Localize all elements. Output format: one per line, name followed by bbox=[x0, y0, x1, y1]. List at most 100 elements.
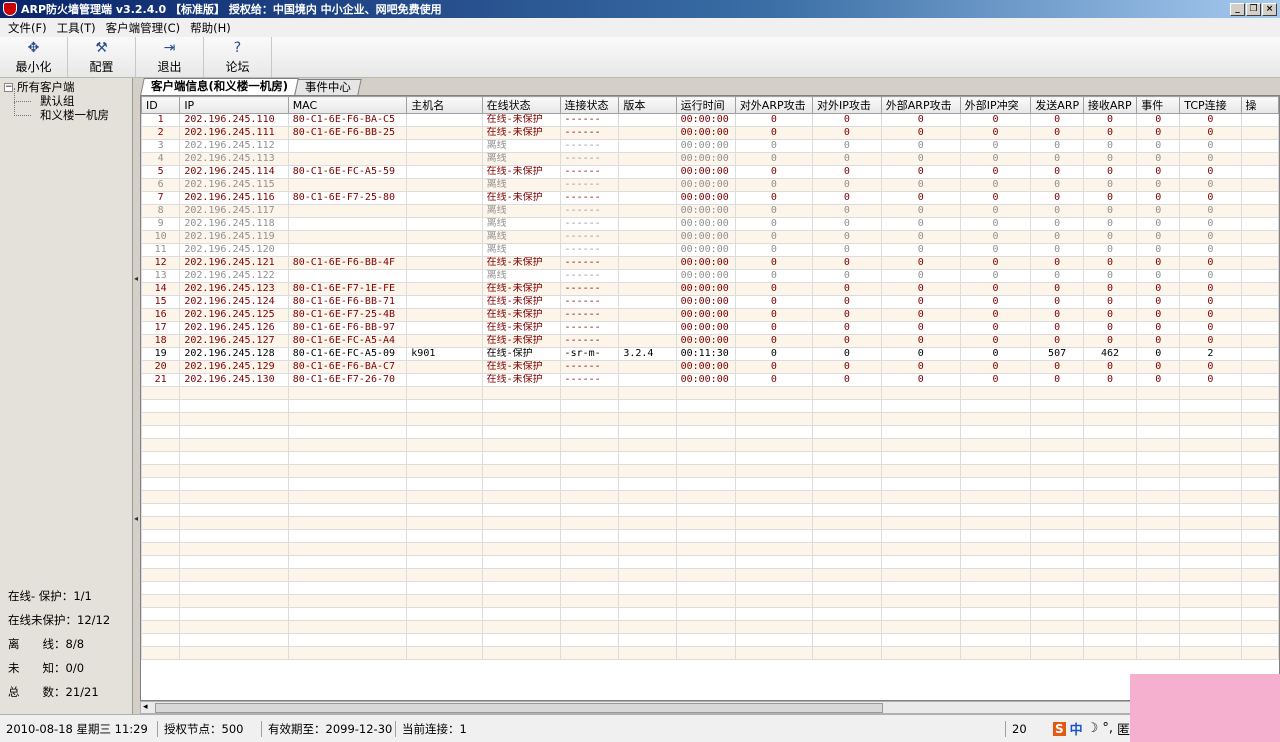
table-cell: 0 bbox=[734, 295, 814, 309]
column-header[interactable]: 对外ARP攻击 bbox=[734, 96, 814, 114]
table-cell: 离线 bbox=[481, 204, 561, 218]
column-header[interactable]: TCP连接 bbox=[1179, 96, 1242, 114]
table-cell bbox=[287, 269, 408, 283]
column-header[interactable]: MAC bbox=[287, 96, 408, 114]
collapse-icon[interactable]: − bbox=[4, 83, 13, 92]
table-row[interactable]: 15 202.196.245.124 80-C1-6E-F6-BB-71 在线-未保护… bbox=[141, 295, 1279, 309]
menu-tools[interactable]: 工具(T) bbox=[52, 20, 101, 36]
column-header[interactable]: 外部ARP攻击 bbox=[880, 96, 961, 114]
column-header[interactable]: IP bbox=[179, 96, 289, 114]
table-cell: 0 bbox=[812, 243, 882, 257]
column-header[interactable]: 发送ARP bbox=[1030, 96, 1084, 114]
sogou-logo-icon[interactable]: S bbox=[1053, 721, 1066, 736]
table-row[interactable]: 8 202.196.245.117 离线 ------ 00:00:00 0 0 0 0 0 0 0 0 bbox=[141, 204, 1279, 218]
table-cell bbox=[287, 230, 408, 244]
table-cell bbox=[179, 399, 289, 413]
splitter-arrow-icon[interactable]: ◂ bbox=[134, 274, 138, 283]
table-row[interactable]: 7 202.196.245.116 80-C1-6E-F7-25-80 在线-未保护 -… bbox=[141, 191, 1279, 205]
horizontal-scrollbar[interactable]: ◂ bbox=[140, 701, 1280, 714]
close-window-button[interactable]: × bbox=[1262, 2, 1277, 16]
table-cell bbox=[559, 568, 620, 582]
table-row[interactable]: 19 202.196.245.128 80-C1-6E-FC-A5-09 k901 在线… bbox=[141, 347, 1279, 361]
table-row[interactable]: 10 202.196.245.119 离线 ------ 00:00:00 0 0 0 0 0 0 0… bbox=[141, 230, 1279, 244]
table-cell: 1 bbox=[141, 113, 181, 127]
table-row[interactable]: 6 202.196.245.115 离线 ------ 00:00:00 0 0 0 0 0 0 0 0 bbox=[141, 178, 1279, 192]
table-cell: 0 bbox=[1030, 256, 1084, 270]
stat-total: 总 数：21/21 bbox=[8, 685, 99, 699]
table-cell bbox=[812, 568, 882, 582]
exit-button[interactable]: ⇥ 退出 bbox=[136, 37, 204, 77]
column-header[interactable]: 主机名 bbox=[406, 96, 483, 114]
panel-splitter[interactable]: ◂ ◂ bbox=[133, 78, 140, 714]
table-cell bbox=[406, 646, 483, 660]
table-cell bbox=[618, 581, 677, 595]
table-cell bbox=[1240, 269, 1279, 283]
table-row[interactable]: 12 202.196.245.121 80-C1-6E-F6-BB-4F 在线-未保护… bbox=[141, 256, 1279, 270]
table-row[interactable]: 16 202.196.245.125 80-C1-6E-F7-25-4B 在线-未保护… bbox=[141, 308, 1279, 322]
table-cell bbox=[618, 295, 677, 309]
table-cell bbox=[959, 633, 1032, 647]
table-cell bbox=[559, 620, 620, 634]
table-cell bbox=[1179, 503, 1242, 517]
table-row[interactable]: 2 202.196.245.111 80-C1-6E-F6-BB-25 在线-未保护 -… bbox=[141, 126, 1279, 140]
table-row[interactable]: 21 202.196.245.130 80-C1-6E-F7-26-70 在线-未保护… bbox=[141, 373, 1279, 387]
column-header[interactable]: 版本 bbox=[618, 96, 677, 114]
table-cell: 0 bbox=[1030, 139, 1084, 153]
table-cell bbox=[406, 568, 483, 582]
table-cell bbox=[1240, 607, 1279, 621]
table-cell bbox=[481, 620, 561, 634]
table-cell bbox=[287, 464, 408, 478]
minimize-window-button[interactable]: _ bbox=[1230, 2, 1245, 16]
column-header[interactable]: 运行时间 bbox=[675, 96, 736, 114]
table-cell: 0 bbox=[812, 256, 882, 270]
minimize-button[interactable]: ✥ 最小化 bbox=[0, 37, 68, 77]
column-header[interactable]: 外部IP冲突 bbox=[959, 96, 1032, 114]
table-row[interactable]: 1 202.196.245.110 80-C1-6E-F6-BA-C5 在线-未保护 -… bbox=[141, 113, 1279, 127]
table-row[interactable]: 11 202.196.245.120 离线 ------ 00:00:00 0 0 0 0 0 0 0… bbox=[141, 243, 1279, 257]
table-cell: 0 bbox=[1179, 269, 1242, 283]
empty-row bbox=[141, 412, 1279, 426]
table-cell: 0 bbox=[734, 321, 814, 335]
table-row[interactable]: 20 202.196.245.129 80-C1-6E-F6-BA-C7 在线-未保护… bbox=[141, 360, 1279, 374]
scroll-thumb[interactable] bbox=[155, 703, 883, 713]
ime-grid-icon[interactable]: 匿 bbox=[1117, 719, 1130, 738]
table-cell bbox=[812, 646, 882, 660]
column-header[interactable]: ID bbox=[141, 96, 181, 114]
column-header[interactable]: 连接状态 bbox=[559, 96, 620, 114]
column-header[interactable]: 操 bbox=[1240, 96, 1279, 114]
tab-client-info[interactable]: 客户端信息(和义楼一机房) bbox=[140, 78, 299, 95]
menu-help[interactable]: 帮助(H) bbox=[185, 20, 236, 36]
table-cell bbox=[734, 451, 814, 465]
table-row[interactable]: 5 202.196.245.114 80-C1-6E-FC-A5-59 在线-未保护 -… bbox=[141, 165, 1279, 179]
table-row[interactable]: 9 202.196.245.118 离线 ------ 00:00:00 0 0 0 0 0 0 0 0 bbox=[141, 217, 1279, 231]
table-cell bbox=[1030, 542, 1084, 556]
menu-file[interactable]: 文件(F) bbox=[3, 20, 52, 36]
table-cell: 00:00:00 bbox=[675, 373, 736, 387]
forum-button[interactable]: ? 论坛 bbox=[204, 37, 272, 77]
ime-chinese-mode[interactable]: 中 bbox=[1070, 719, 1083, 738]
column-header[interactable]: 对外IP攻击 bbox=[812, 96, 882, 114]
menu-client-management[interactable]: 客户端管理(C) bbox=[101, 20, 186, 36]
table-row[interactable]: 13 202.196.245.122 离线 ------ 00:00:00 0 0 0 0 0 0 0… bbox=[141, 269, 1279, 283]
tree-item-lab-room[interactable]: 和义楼一机房 bbox=[4, 102, 128, 122]
table-row[interactable]: 18 202.196.245.127 80-C1-6E-FC-A5-A4 在线-未保护… bbox=[141, 334, 1279, 348]
table-cell bbox=[1179, 581, 1242, 595]
punctuation-icon[interactable]: °, bbox=[1102, 721, 1113, 736]
table-row[interactable]: 4 202.196.245.113 离线 ------ 00:00:00 0 0 0 0 0 0 0 0 bbox=[141, 152, 1279, 166]
column-header[interactable]: 接收ARP bbox=[1082, 96, 1138, 114]
ime-toolbar[interactable]: S 中 ☽ °, 匿 bbox=[1053, 719, 1130, 738]
table-cell bbox=[959, 516, 1032, 530]
table-row[interactable]: 14 202.196.245.123 80-C1-6E-F7-1E-FE 在线-未保护… bbox=[141, 282, 1279, 296]
config-button[interactable]: ⚒ 配置 bbox=[68, 37, 136, 77]
table-row[interactable]: 17 202.196.245.126 80-C1-6E-F6-BB-97 在线-未保护… bbox=[141, 321, 1279, 335]
table-row[interactable]: 3 202.196.245.112 离线 ------ 00:00:00 0 0 0 0 0 0 0 0 bbox=[141, 139, 1279, 153]
moon-icon[interactable]: ☽ bbox=[1087, 721, 1099, 736]
scroll-left-icon[interactable]: ◂ bbox=[143, 702, 148, 712]
column-header[interactable]: 在线状态 bbox=[481, 96, 561, 114]
table-cell bbox=[675, 490, 736, 504]
tab-event-center[interactable]: 事件中心 bbox=[294, 79, 362, 95]
splitter-arrow-icon[interactable]: ◂ bbox=[134, 514, 138, 523]
column-header[interactable]: 事件 bbox=[1136, 96, 1181, 114]
table-cell: 2 bbox=[1179, 347, 1242, 361]
restore-window-button[interactable]: ❐ bbox=[1246, 2, 1261, 16]
